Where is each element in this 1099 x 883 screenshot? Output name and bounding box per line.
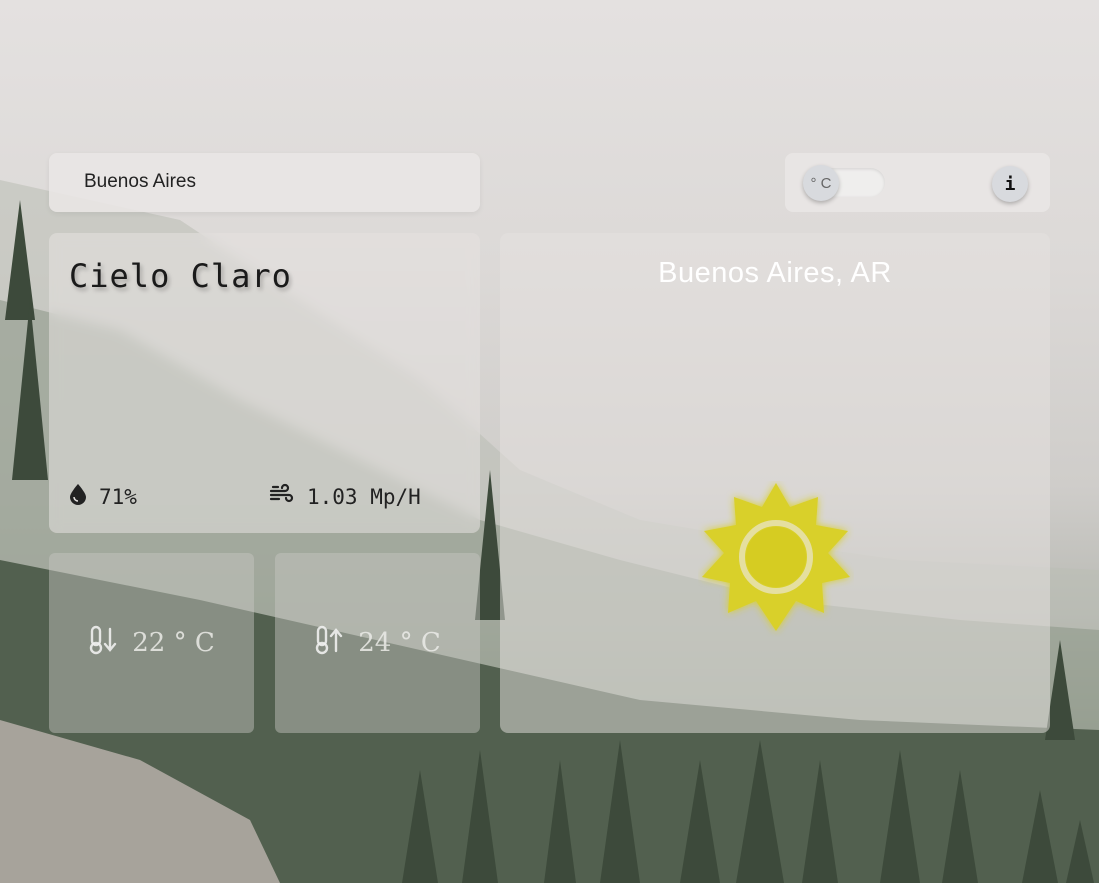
unit-toggle-knob[interactable]: ° C — [803, 165, 839, 201]
weather-description-panel: Cielo Claro 71% 1.03 Mp/H — [49, 233, 480, 533]
city-name: Buenos Aires, AR — [658, 257, 892, 289]
city-weather-panel: Buenos Aires, AR — [500, 233, 1050, 733]
city-search-input[interactable] — [73, 168, 453, 196]
search-bar — [49, 153, 480, 212]
humidity-stat: 71% — [69, 483, 137, 510]
sun-icon — [698, 481, 854, 637]
humidity-value: 71% — [99, 484, 137, 509]
water-drop-icon — [69, 483, 87, 510]
controls-bar: ° C i — [785, 153, 1050, 212]
unit-toggle[interactable]: ° C — [803, 165, 885, 201]
weather-description: Cielo Claro — [69, 257, 292, 295]
wind-icon — [269, 483, 295, 510]
max-temp-value: 24 ° C — [358, 628, 441, 658]
max-temp-card: 24 ° C — [275, 553, 480, 733]
thermometer-down-icon — [88, 625, 118, 662]
min-temp-value: 22 ° C — [132, 628, 215, 658]
min-temp-card: 22 ° C — [49, 553, 254, 733]
wind-value: 1.03 Mp/H — [307, 484, 421, 509]
wind-stat: 1.03 Mp/H — [269, 483, 421, 510]
info-button[interactable]: i — [992, 166, 1028, 202]
thermometer-up-icon — [314, 625, 344, 662]
